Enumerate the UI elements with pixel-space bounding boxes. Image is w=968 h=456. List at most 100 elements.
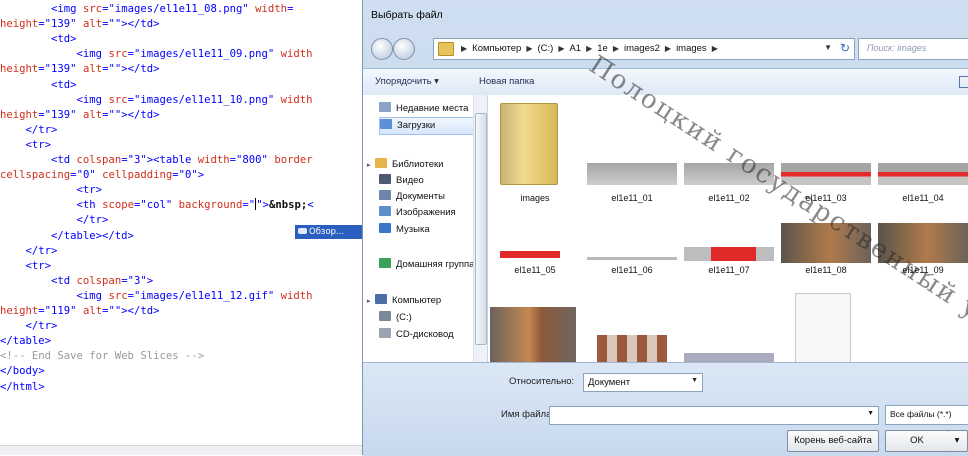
code-line[interactable]: </body>: [0, 364, 45, 378]
file-tile[interactable]: el1e11_03: [781, 95, 871, 203]
filename-label: Имя файла:: [501, 409, 555, 420]
breadcrumb-separator-icon[interactable]: ▶: [461, 44, 467, 53]
code-token: scope: [102, 199, 134, 212]
code-line[interactable]: <!-- End Save for Web Slices -->: [0, 349, 204, 363]
code-line[interactable]: height="139" alt=""></td>: [0, 62, 160, 76]
code-line[interactable]: <img src="images/el1e11_08.png" width=: [0, 2, 293, 16]
code-token: width: [274, 93, 313, 106]
breadcrumb-item[interactable]: Компьютер: [472, 43, 521, 54]
breadcrumb-separator-icon[interactable]: ▶: [712, 44, 718, 53]
nav-scroll-thumb[interactable]: [475, 113, 487, 345]
file-name: el1e11_01: [611, 193, 653, 203]
breadcrumb-separator-icon[interactable]: ▶: [665, 44, 671, 53]
code-line[interactable]: </html>: [0, 380, 45, 394]
breadcrumb-separator-icon[interactable]: ▶: [526, 44, 532, 53]
code-line[interactable]: <img src="images/el1e11_09.png" width: [0, 47, 313, 61]
code-line[interactable]: </tr>: [0, 213, 109, 227]
nav-item[interactable]: Музыка: [379, 222, 430, 238]
breadcrumb-separator-icon[interactable]: ▶: [558, 44, 564, 53]
code-line[interactable]: <td colspan="3"><table width="800" borde…: [0, 153, 313, 167]
relative-select[interactable]: Документ ▼: [583, 373, 703, 392]
file-tile[interactable]: el1e11_05: [490, 207, 580, 307]
nav-item-label: Видео: [396, 175, 424, 186]
forward-button[interactable]: [393, 38, 415, 60]
organize-button[interactable]: Упорядочить ▾: [375, 76, 439, 87]
code-line[interactable]: </tr>: [0, 123, 58, 137]
code-editor[interactable]: <img src="images/el1e11_08.png" width= he…: [0, 0, 362, 455]
code-line[interactable]: </tr>: [0, 244, 58, 258]
filename-input[interactable]: ▼: [549, 406, 879, 425]
back-button[interactable]: [371, 38, 393, 60]
ok-dropdown-button[interactable]: ▾: [947, 430, 968, 452]
view-options-icon[interactable]: [959, 76, 968, 88]
code-line[interactable]: <img src="images/el1e11_10.png" width: [0, 93, 313, 107]
breadcrumb-item[interactable]: A1: [569, 43, 581, 54]
breadcrumb-separator-icon[interactable]: ▶: [613, 44, 619, 53]
file-tile[interactable]: el1e11: [781, 293, 871, 362]
dialog-title: Выбрать файл: [371, 9, 443, 21]
breadcrumb-item[interactable]: (C:): [537, 43, 553, 54]
code-line[interactable]: height="139" alt=""></td>: [0, 17, 160, 31]
code-line[interactable]: <th scope="col" background="">&nbsp;<: [0, 198, 314, 212]
code-token: height: [0, 63, 39, 76]
file-tile[interactable]: el1e11_11: [587, 305, 677, 362]
file-tile[interactable]: el1e11_06: [587, 207, 677, 307]
code-line[interactable]: <td colspan="3">: [0, 274, 153, 288]
nav-item[interactable]: CD-дисковод: [379, 327, 454, 343]
file-list[interactable]: images el1e11_01 el1e11_02 el1e11_03 el1e11_…: [488, 95, 968, 362]
nav-item[interactable]: Документы: [379, 189, 445, 205]
nav-item[interactable]: Загрузки: [379, 117, 487, 135]
file-tile[interactable]: el1e11_09: [878, 207, 968, 307]
file-tile[interactable]: el1e11_10: [490, 305, 580, 362]
site-root-button[interactable]: Корень веб-сайта: [787, 430, 879, 452]
new-folder-button[interactable]: Новая папка: [479, 76, 534, 87]
code-line[interactable]: height="119" alt=""></td>: [0, 304, 160, 318]
code-line[interactable]: <tr>: [0, 138, 52, 152]
breadcrumb-separator-icon[interactable]: ▶: [586, 44, 592, 53]
breadcrumb-item[interactable]: images2: [624, 43, 660, 54]
code-line[interactable]: <td>: [0, 78, 77, 92]
code-line[interactable]: <td>: [0, 32, 77, 46]
file-tile[interactable]: el1e11_04: [878, 95, 968, 203]
file-tile[interactable]: images: [490, 95, 580, 203]
code-line[interactable]: <tr>: [0, 183, 103, 197]
address-bar[interactable]: ▶ Компьютер ▶ (C:) ▶ A1 ▶ 1e ▶ images2 ▶ images ▶ ▼ …: [433, 38, 855, 60]
file-tile[interactable]: el1e11_07: [684, 207, 774, 307]
file-tile[interactable]: el1e11_01: [587, 95, 677, 203]
expand-arrow-icon[interactable]: ▸: [367, 294, 375, 310]
nav-item[interactable]: Видео: [379, 173, 424, 189]
chevron-down-icon[interactable]: ▼: [824, 43, 832, 52]
navigation-pane[interactable]: Недавние места Загрузки ▸ Библиотеки Видео До…: [363, 95, 488, 362]
nav-item[interactable]: Недавние места: [379, 101, 468, 117]
breadcrumb-item[interactable]: images: [676, 43, 707, 54]
breadcrumb[interactable]: ▶ Компьютер ▶ (C:) ▶ A1 ▶ 1e ▶ images2 ▶ images ▶: [456, 43, 723, 54]
breadcrumb-item[interactable]: 1e: [597, 43, 608, 54]
editor-status-bar: [0, 445, 362, 455]
nav-item[interactable]: Изображения: [379, 205, 456, 221]
ok-button[interactable]: OK: [885, 430, 949, 452]
code-line[interactable]: <tr>: [0, 259, 52, 273]
file-tile[interactable]: el1e11_02: [684, 95, 774, 203]
nav-scrollbar[interactable]: [473, 95, 487, 362]
code-line[interactable]: height="139" alt=""></td>: [0, 108, 160, 122]
cd-drive-icon: [379, 328, 391, 338]
autocomplete-popup[interactable]: Обзор...: [295, 225, 362, 239]
expand-arrow-icon[interactable]: ▸: [367, 158, 375, 174]
refresh-icon[interactable]: ↻: [840, 41, 850, 55]
autocomplete-item-browse[interactable]: Обзор...: [309, 227, 344, 237]
code-line[interactable]: </table></td>: [0, 229, 134, 243]
nav-item[interactable]: Домашняя группа: [379, 257, 474, 273]
code-token: border: [267, 154, 313, 166]
code-line[interactable]: </tr>: [0, 319, 58, 333]
nav-item[interactable]: ▸ Компьютер: [367, 293, 441, 309]
code-line[interactable]: cellspacing="0" cellpadding="0">: [0, 168, 204, 182]
search-input[interactable]: Поиск: images: [858, 38, 968, 60]
file-type-select[interactable]: Все файлы (*.*): [885, 405, 968, 425]
file-tile[interactable]: el1e11_12: [684, 305, 774, 362]
nav-item[interactable]: ▸ Библиотеки: [367, 157, 443, 173]
file-tile[interactable]: el1e11_08: [781, 207, 871, 307]
code-line[interactable]: <img src="images/el1e11_12.gif" width: [0, 289, 313, 303]
nav-item[interactable]: (C:): [379, 310, 412, 326]
file-type-value: Все файлы (*.*): [890, 409, 952, 419]
code-line[interactable]: </table>: [0, 334, 51, 348]
